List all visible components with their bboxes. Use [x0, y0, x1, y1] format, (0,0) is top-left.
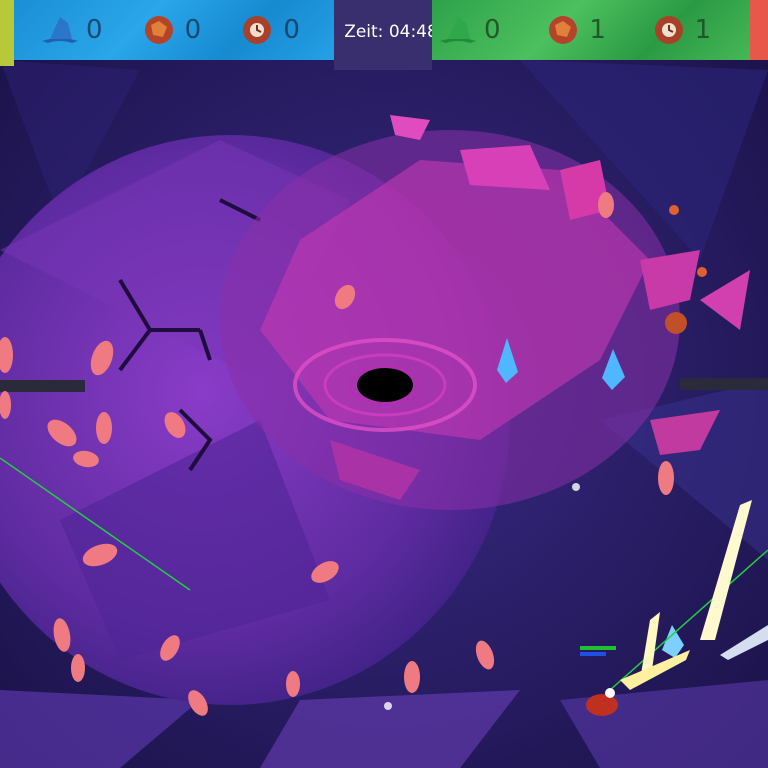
player-health-bar [580, 646, 616, 650]
green-wizard-slot: 0 [436, 13, 541, 47]
wizard-hat-icon [42, 17, 78, 43]
blue-rock-clock-slot: 0 [235, 13, 334, 47]
blue-wizard-slot: 0 [38, 13, 137, 47]
right-rail [680, 378, 768, 390]
fire-rock-icon [549, 16, 578, 44]
team-red-edge [750, 0, 768, 60]
match-timer: Zeit: 04:48 [344, 22, 438, 42]
green-fire-rock-count: 1 [589, 15, 606, 45]
blue-fire-rock-slot: 0 [137, 13, 236, 47]
rock-clock-icon [243, 16, 272, 44]
game-arena [0, 0, 768, 768]
team-yellow-edge [0, 0, 14, 66]
player-mana-bar [580, 652, 606, 656]
rock-clock-icon [654, 16, 683, 44]
left-rail [0, 380, 85, 392]
blue-fire-rock-count: 0 [184, 15, 202, 45]
wizard-hat-icon [440, 17, 476, 43]
green-rock-clock-slot: 1 [647, 13, 752, 47]
green-rock-clock-count: 1 [694, 15, 712, 45]
team-green-score-panel: 0 1 1 [432, 0, 752, 60]
green-fire-rock-slot: 1 [541, 13, 646, 47]
fire-rock-icon [144, 16, 173, 44]
team-blue-score-panel: 0 0 0 [14, 0, 334, 60]
green-wizard-count: 0 [484, 15, 501, 45]
blue-wizard-count: 0 [86, 15, 103, 45]
blue-rock-clock-count: 0 [283, 15, 300, 45]
